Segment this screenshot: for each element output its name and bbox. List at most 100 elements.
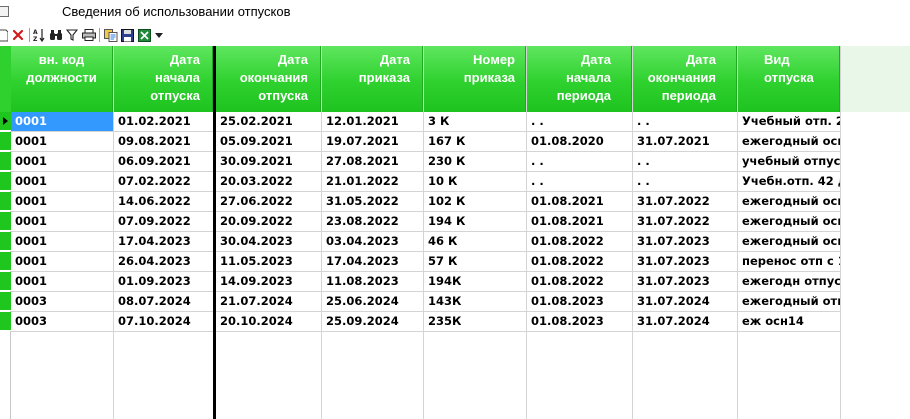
cell-type[interactable]: Учебный отп. 2 [738, 112, 840, 132]
cell-period_end[interactable]: . . [633, 112, 737, 132]
cell-period_end[interactable]: 31.07.2023 [633, 252, 737, 272]
cell-code[interactable]: 0001 [11, 252, 113, 272]
cell-type[interactable]: учебный отпус [738, 152, 840, 172]
cell-end[interactable]: 20.03.2022 [216, 172, 321, 192]
cell-period_start[interactable]: . . [527, 112, 632, 132]
cell-period_end[interactable]: . . [633, 152, 737, 172]
cell-code[interactable]: 0001 [11, 112, 113, 132]
cell-code[interactable]: 0001 [11, 172, 113, 192]
cell-period_start[interactable]: 01.08.2022 [527, 232, 632, 252]
find-button[interactable] [48, 27, 63, 43]
cell-order_no[interactable]: 102 К [424, 192, 526, 212]
cell-order_no[interactable]: 167 К [424, 132, 526, 152]
cell-order_no[interactable]: 10 К [424, 172, 526, 192]
cell-order_date[interactable]: 23.08.2022 [322, 212, 423, 232]
cell-order_date[interactable]: 12.01.2021 [322, 112, 423, 132]
cell-end[interactable]: 21.07.2024 [216, 292, 321, 312]
cell-type[interactable]: ежегодный отп [738, 292, 840, 312]
cell-type[interactable]: ежегодный осн [738, 192, 840, 212]
column-header-start[interactable]: Дата начала отпуска [114, 46, 213, 112]
cell-start[interactable]: 07.09.2022 [114, 212, 213, 232]
cell-code[interactable]: 0003 [11, 312, 113, 332]
row-indicator[interactable] [0, 112, 11, 131]
cell-code[interactable]: 0001 [11, 152, 113, 172]
cell-order_no[interactable]: 194 К [424, 212, 526, 232]
cell-code[interactable]: 0001 [11, 232, 113, 252]
cell-order_date[interactable]: 03.04.2023 [322, 232, 423, 252]
cell-order_date[interactable]: 21.01.2022 [322, 172, 423, 192]
cell-end[interactable]: 14.09.2023 [216, 272, 321, 292]
cell-period_start[interactable]: . . [527, 172, 632, 192]
cell-period_start[interactable]: 01.08.2021 [527, 212, 632, 232]
row-indicator[interactable] [0, 172, 11, 191]
cell-code[interactable]: 0003 [11, 292, 113, 312]
column-header-order_date[interactable]: Дата приказа [322, 46, 423, 112]
cell-order_no[interactable]: 143К [424, 292, 526, 312]
cell-start[interactable]: 07.02.2022 [114, 172, 213, 192]
export-button[interactable] [137, 27, 152, 43]
row-indicator[interactable] [0, 192, 11, 211]
cell-period_end[interactable]: 31.07.2023 [633, 232, 737, 252]
cell-start[interactable]: 17.04.2023 [114, 232, 213, 252]
copy-button[interactable] [103, 27, 118, 43]
cell-start[interactable]: 06.09.2021 [114, 152, 213, 172]
cell-order_date[interactable]: 17.04.2023 [322, 252, 423, 272]
cell-order_no[interactable]: 230 К [424, 152, 526, 172]
cell-period_end[interactable]: 31.07.2023 [633, 272, 737, 292]
cell-start[interactable]: 09.08.2021 [114, 132, 213, 152]
cell-order_date[interactable]: 11.08.2023 [322, 272, 423, 292]
cell-type[interactable]: Учебн.отп. 42 д [738, 172, 840, 192]
cell-end[interactable]: 30.09.2021 [216, 152, 321, 172]
delete-button[interactable] [11, 27, 25, 43]
cell-start[interactable]: 07.10.2024 [114, 312, 213, 332]
row-indicator[interactable] [0, 272, 11, 291]
cell-start[interactable]: 01.02.2021 [114, 112, 213, 132]
row-indicator[interactable] [0, 252, 11, 271]
cell-type[interactable]: еж осн14 [738, 312, 840, 332]
row-indicator[interactable] [0, 132, 11, 151]
cell-period_end[interactable]: 31.07.2022 [633, 212, 737, 232]
cell-start[interactable]: 08.07.2024 [114, 292, 213, 312]
cell-period_start[interactable]: 01.08.2022 [527, 272, 632, 292]
new-doc-button[interactable] [0, 27, 8, 43]
row-indicator[interactable] [0, 292, 11, 311]
cell-end[interactable]: 11.05.2023 [216, 252, 321, 272]
cell-order_no[interactable]: 57 К [424, 252, 526, 272]
cell-period_start[interactable]: . . [527, 152, 632, 172]
cell-type[interactable]: ежегодный осн [738, 212, 840, 232]
cell-type[interactable]: ежегодный осн [738, 132, 840, 152]
cell-type[interactable]: перенос отп с 1 [738, 252, 840, 272]
column-header-order_no[interactable]: Номер приказа [424, 46, 526, 112]
cell-start[interactable]: 01.09.2023 [114, 272, 213, 292]
row-indicator[interactable] [0, 212, 11, 231]
cell-code[interactable]: 0001 [11, 192, 113, 212]
cell-end[interactable]: 20.09.2022 [216, 212, 321, 232]
cell-period_end[interactable]: 31.07.2022 [633, 192, 737, 212]
cell-order_date[interactable]: 31.05.2022 [322, 192, 423, 212]
cell-period_end[interactable]: 31.07.2021 [633, 132, 737, 152]
toolbar-more-button[interactable] [154, 27, 164, 43]
save-button[interactable] [120, 27, 135, 43]
row-indicator[interactable] [0, 232, 11, 251]
cell-period_start[interactable]: 01.08.2023 [527, 292, 632, 312]
column-header-type[interactable]: Вид отпуска [738, 46, 840, 112]
column-header-end[interactable]: Дата окончания отпуска [216, 46, 321, 112]
cell-end[interactable]: 25.02.2021 [216, 112, 321, 132]
cell-order_date[interactable]: 25.06.2024 [322, 292, 423, 312]
cell-code[interactable]: 0001 [11, 272, 113, 292]
cell-type[interactable]: ежегодный осн [738, 232, 840, 252]
column-header-period_end[interactable]: Дата окончания периода [633, 46, 737, 112]
cell-start[interactable]: 26.04.2023 [114, 252, 213, 272]
cell-end[interactable]: 27.06.2022 [216, 192, 321, 212]
cell-order_no[interactable]: 46 К [424, 232, 526, 252]
cell-order_no[interactable]: 194К [424, 272, 526, 292]
cell-period_start[interactable]: 01.08.2022 [527, 252, 632, 272]
cell-order_date[interactable]: 27.08.2021 [322, 152, 423, 172]
cell-period_start[interactable]: 01.08.2021 [527, 192, 632, 212]
filter-button[interactable] [65, 27, 79, 43]
cell-type[interactable]: ежегодн отпуск [738, 272, 840, 292]
cell-end[interactable]: 05.09.2021 [216, 132, 321, 152]
cell-period_end[interactable]: 31.07.2024 [633, 292, 737, 312]
print-button[interactable] [81, 27, 96, 43]
cell-order_no[interactable]: 235К [424, 312, 526, 332]
